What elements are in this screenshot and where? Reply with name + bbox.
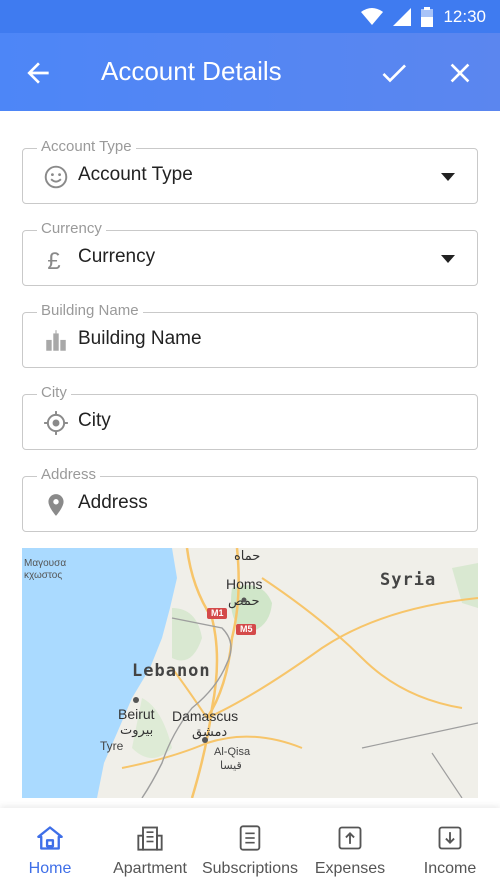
account-type-value: Account Type [78, 164, 193, 185]
status-bar: 12:30 [0, 0, 500, 33]
status-time: 12:30 [443, 6, 486, 26]
map-label-beirut: Beirut [118, 706, 155, 722]
address-field[interactable]: Address Address [22, 466, 478, 532]
map-label-hama-ar: حماه [234, 548, 261, 563]
map-label-syria: Syria [380, 570, 437, 590]
map-label-sea: Μαγουσα [24, 558, 67, 569]
upload-box-icon [338, 826, 362, 850]
nav-label-home: Home [28, 860, 72, 877]
app-bar: Account Details [0, 33, 500, 111]
map-label-m1: M1 [211, 608, 224, 618]
bottom-navigation: Home Apartment Subscriptions Expenses In… [0, 808, 500, 888]
map-label-alqisa-ar: قيسا [220, 760, 242, 772]
account-type-select[interactable]: Account Type Account Type [22, 138, 478, 204]
map-label-beirut-ar: بيروت [120, 722, 154, 737]
map-label-m5: M5 [240, 624, 253, 634]
address-legend: Address [37, 466, 101, 483]
map-pin-icon [48, 494, 64, 516]
page-title: Account Details [101, 56, 282, 86]
account-type-legend: Account Type [37, 138, 136, 155]
download-box-icon [438, 826, 462, 850]
map-label-lebanon: Lebanon [132, 661, 211, 681]
signal-icon [393, 7, 412, 26]
smiley-icon [44, 165, 68, 189]
city-input[interactable]: City [78, 410, 111, 432]
currency-legend: Currency [37, 220, 106, 237]
city-legend: City [37, 384, 71, 401]
location-target-icon [44, 411, 68, 435]
building-name-legend: Building Name [37, 302, 143, 319]
apartment-building-icon [137, 826, 163, 851]
nav-label-subscriptions: Subscriptions [201, 860, 299, 877]
nav-item-expenses[interactable]: Expenses [300, 808, 400, 888]
currency-value: Currency [78, 246, 156, 267]
back-arrow-icon[interactable] [22, 57, 54, 89]
close-icon[interactable] [444, 57, 476, 89]
nav-item-apartment[interactable]: Apartment [100, 808, 200, 888]
city-field[interactable]: City City [22, 384, 478, 450]
nav-item-home[interactable]: Home [0, 808, 100, 888]
check-icon[interactable] [378, 57, 410, 89]
map-label-homs-ar: حمص [228, 593, 260, 608]
map-label-sea2: κχωστος [24, 570, 63, 581]
map-label-alqisa: Al-Qisa [214, 746, 251, 758]
map-label-homs: Homs [226, 576, 263, 592]
address-input[interactable]: Address [78, 492, 148, 514]
pound-icon: £ [47, 248, 60, 272]
nav-label-apartment: Apartment [113, 860, 187, 877]
home-icon [37, 826, 63, 850]
svg-text:£: £ [47, 248, 60, 272]
map-label-tyre: Tyre [100, 739, 124, 753]
building-name-input[interactable]: Building Name [78, 328, 202, 350]
nav-label-income: Income [423, 860, 477, 877]
wifi-icon [361, 7, 384, 25]
document-list-icon [239, 825, 261, 851]
map-label-damascus-ar: دمشق [192, 724, 228, 739]
building-name-field[interactable]: Building Name Building Name [22, 302, 478, 368]
nav-label-expenses: Expenses [314, 860, 386, 877]
nav-item-subscriptions[interactable]: Subscriptions [200, 808, 300, 888]
building-icon [46, 330, 66, 351]
nav-item-income[interactable]: Income [400, 808, 500, 888]
map-view[interactable]: Syria Lebanon Homs حمص حماه Beirut بيروت… [22, 548, 478, 798]
battery-icon [421, 6, 434, 27]
chevron-down-icon [441, 255, 455, 263]
chevron-down-icon [441, 173, 455, 181]
currency-select[interactable]: Currency £ Currency [22, 220, 478, 286]
map-label-damascus: Damascus [172, 708, 239, 724]
